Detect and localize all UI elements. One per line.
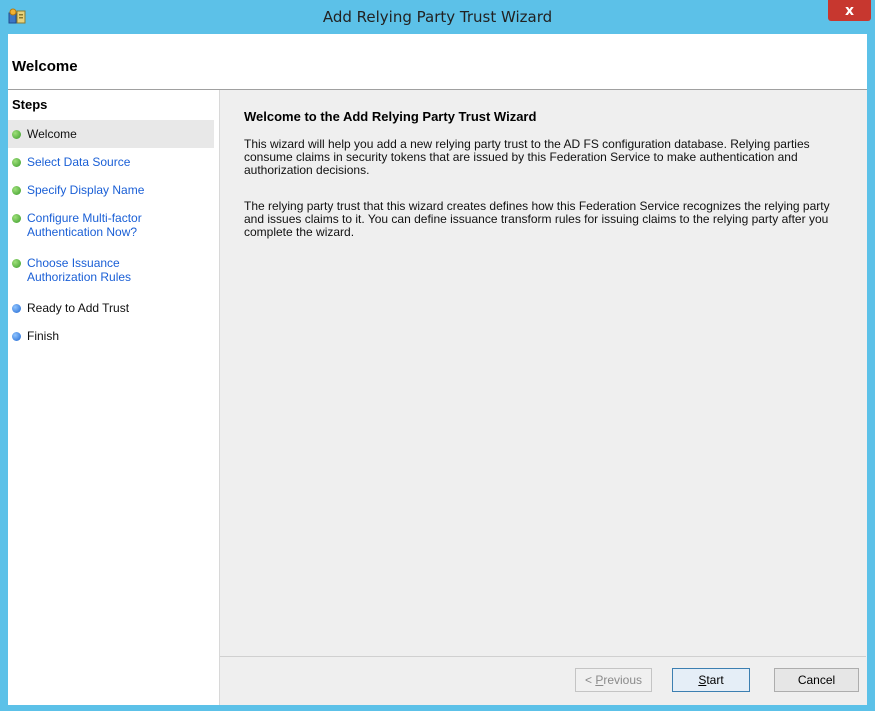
step-status-icon — [12, 332, 21, 341]
step-label: Select Data Source — [27, 155, 131, 169]
step-finish[interactable]: Finish — [8, 322, 214, 350]
title-bar[interactable]: Add Relying Party Trust Wizard x — [0, 0, 875, 34]
previous-button-mnemonic: P — [595, 673, 604, 687]
step-label: Specify Display Name — [27, 183, 145, 197]
step-label: Welcome — [27, 127, 77, 141]
content-pane: Welcome to the Add Relying Party Trust W… — [219, 90, 867, 705]
step-specify-display-name[interactable]: Specify Display Name — [8, 176, 214, 204]
cancel-button[interactable]: Cancel — [774, 668, 859, 692]
step-status-icon — [12, 186, 21, 195]
previous-button-rest: revious — [603, 673, 643, 687]
wizard-window: Add Relying Party Trust Wizard x Welcome… — [0, 0, 875, 711]
step-choose-issuance-authorization-rules[interactable]: Choose Issuance Authorization Rules — [8, 249, 214, 294]
steps-heading: Steps — [12, 97, 48, 112]
step-welcome[interactable]: Welcome — [8, 120, 214, 148]
close-button[interactable]: x — [828, 0, 871, 21]
start-button[interactable]: Start — [672, 668, 750, 692]
step-configure-mfa[interactable]: Configure Multi-factor Authentication No… — [8, 204, 214, 249]
wizard-header: Welcome — [8, 34, 867, 90]
intro-paragraph: This wizard will help you add a new rely… — [244, 137, 810, 177]
steps-list: Welcome Select Data Source Specify Displ… — [8, 120, 214, 350]
step-label: Choose Issuance Authorization Rules — [27, 256, 132, 284]
previous-button[interactable]: < Previous — [575, 668, 652, 692]
step-label: Ready to Add Trust — [27, 301, 130, 315]
wizard-client-area: Welcome Steps Welcome Select Data Source… — [8, 34, 867, 705]
details-paragraph: The relying party trust that this wizard… — [244, 199, 830, 239]
step-status-icon — [12, 259, 21, 268]
step-label: Finish — [27, 329, 60, 343]
window-title: Add Relying Party Trust Wizard — [322, 8, 553, 26]
step-select-data-source[interactable]: Select Data Source — [8, 148, 214, 176]
content-title: Welcome to the Add Relying Party Trust W… — [244, 109, 537, 124]
step-status-icon — [12, 214, 21, 223]
steps-pane: Steps Welcome Select Data Source Specify… — [8, 90, 219, 705]
start-button-rest: tart — [706, 673, 724, 687]
step-status-icon — [12, 130, 21, 139]
footer-divider — [220, 656, 866, 657]
start-button-mnemonic: S — [698, 673, 707, 687]
step-ready-to-add-trust[interactable]: Ready to Add Trust — [8, 294, 214, 322]
step-status-icon — [12, 304, 21, 313]
step-status-icon — [12, 158, 21, 167]
previous-button-prefix: < — [584, 673, 596, 687]
step-label: Configure Multi-factor Authentication No… — [27, 211, 142, 239]
page-title: Welcome — [12, 58, 78, 75]
